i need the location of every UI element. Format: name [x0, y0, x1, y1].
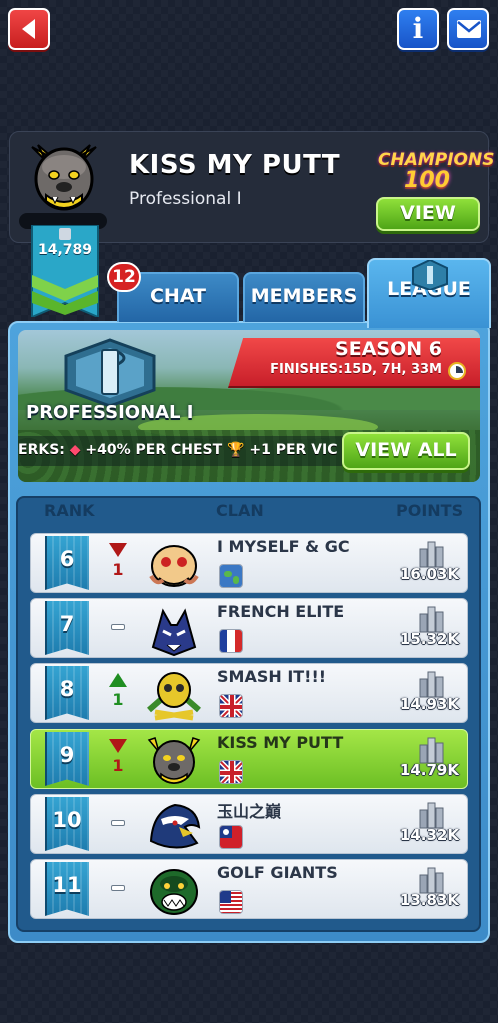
- clan-name-cell: I MYSELF & GC: [217, 537, 350, 556]
- rank-number: 9: [59, 743, 75, 767]
- tab-members[interactable]: MEMBERS: [243, 272, 365, 322]
- points-value: 14.93K: [399, 695, 459, 713]
- usa-flag-icon: [219, 890, 243, 914]
- league-icon: [412, 260, 448, 290]
- bulldog-emblem-icon: [31, 144, 97, 211]
- view-button[interactable]: VIEW: [376, 197, 480, 231]
- mail-icon: [457, 20, 481, 38]
- rank-number: 11: [52, 873, 82, 897]
- france-flag-icon: [219, 629, 243, 653]
- clan-name-cell: GOLF GIANTS: [217, 863, 338, 882]
- rank-change: 1: [112, 756, 124, 775]
- rank-down-icon: [109, 739, 127, 753]
- perks-text: ERKS: ◆ +40% PER CHEST 🏆 +1 PER VIC: [18, 442, 338, 458]
- clan-name-cell: KISS MY PUTT: [217, 733, 344, 752]
- leaderboard-row[interactable]: 10 玉山之巔 14.32K: [30, 794, 468, 854]
- clan-name: KISS MY PUTT: [129, 150, 341, 180]
- rank-unchanged-icon: [111, 624, 125, 630]
- champions-100-logo: CHAMPIONS 100: [378, 148, 495, 196]
- points-value: 15.32K: [399, 630, 459, 648]
- points-value: 13.83K: [399, 891, 459, 909]
- trophy-banner: 14,789: [30, 224, 100, 319]
- uk-flag-icon: [219, 760, 243, 784]
- perk-trophy: +1 PER VIC: [249, 442, 338, 458]
- points-value: 14.79K: [399, 761, 459, 779]
- rank-number: 10: [52, 808, 82, 832]
- rank-change: 1: [112, 560, 124, 579]
- perk-chest: +40% PER CHEST: [85, 442, 223, 458]
- clan-name-cell: FRENCH ELITE: [217, 602, 345, 621]
- rank-up-icon: [109, 673, 127, 687]
- wolf-emblem-icon: [151, 608, 197, 657]
- perks-prefix: ERKS:: [18, 442, 65, 458]
- golden-skull-emblem-icon: [147, 672, 201, 721]
- column-header-rank: RANK: [44, 501, 95, 520]
- rank-change: 1: [112, 690, 124, 709]
- champions-logo-text: CHAMPIONS: [378, 150, 495, 170]
- rank-down-icon: [109, 543, 127, 557]
- eagle-emblem-icon: [149, 803, 201, 849]
- clan-name-cell: 玉山之巔: [217, 802, 282, 821]
- world-flag-icon: [219, 564, 243, 588]
- leaderboard-row[interactable]: 6 1 I MYSELF & GC 16.03K: [30, 533, 468, 593]
- rank-unchanged-icon: [111, 885, 125, 891]
- trophy-banner-shape: [31, 224, 99, 319]
- leaderboard-row[interactable]: 8 1 SMASH IT!!! 14.93K: [30, 663, 468, 723]
- leaderboard-row[interactable]: 7 FRENCH ELITE 15.32K: [30, 598, 468, 658]
- season-finishes: FINISHES:15D, 7H, 33M: [270, 362, 442, 377]
- league-logo-icon: [64, 338, 156, 408]
- chat-notification-badge: 12: [107, 262, 141, 292]
- column-header-clan: CLAN: [216, 501, 264, 520]
- taiwan-flag-icon: [219, 825, 243, 849]
- gorilla-emblem-icon: [150, 869, 198, 915]
- rank-number: 6: [59, 547, 75, 571]
- info-icon: i: [412, 12, 424, 45]
- leaderboard-row[interactable]: 9 1 KISS MY PUTT 14.79K: [30, 729, 468, 789]
- points-value: 16.03K: [399, 565, 459, 583]
- leaderboard-row[interactable]: 11 GOLF GIANTS 13.83K: [30, 859, 468, 919]
- uk-flag-icon: [219, 694, 243, 718]
- champions-logo-number: 100: [404, 168, 450, 193]
- bulldog-emblem-icon: [147, 737, 201, 784]
- gem-icon: ◆: [69, 442, 81, 458]
- column-header-points: POINTS: [396, 501, 464, 520]
- clock-icon: [448, 362, 466, 380]
- rank-unchanged-icon: [111, 820, 125, 826]
- rank-number: 8: [59, 677, 75, 701]
- back-button[interactable]: [8, 8, 50, 50]
- back-arrow-icon: [22, 19, 35, 39]
- clan-division: Professional I: [129, 189, 242, 209]
- tab-league[interactable]: LEAGUE: [367, 258, 491, 328]
- division-label: PROFESSIONAL I: [26, 402, 194, 423]
- rank-number: 7: [59, 612, 75, 636]
- trophy-count: 14,789: [37, 242, 93, 258]
- clan-name-cell: SMASH IT!!!: [217, 667, 327, 686]
- points-value: 14.32K: [399, 826, 459, 844]
- mail-button[interactable]: [447, 8, 489, 50]
- trophy-icon: 🏆: [227, 442, 245, 458]
- skull-emblem-icon: [149, 545, 199, 587]
- season-title: SEASON 6: [335, 338, 442, 360]
- info-button[interactable]: i: [397, 8, 439, 50]
- view-all-button[interactable]: VIEW ALL: [342, 432, 470, 470]
